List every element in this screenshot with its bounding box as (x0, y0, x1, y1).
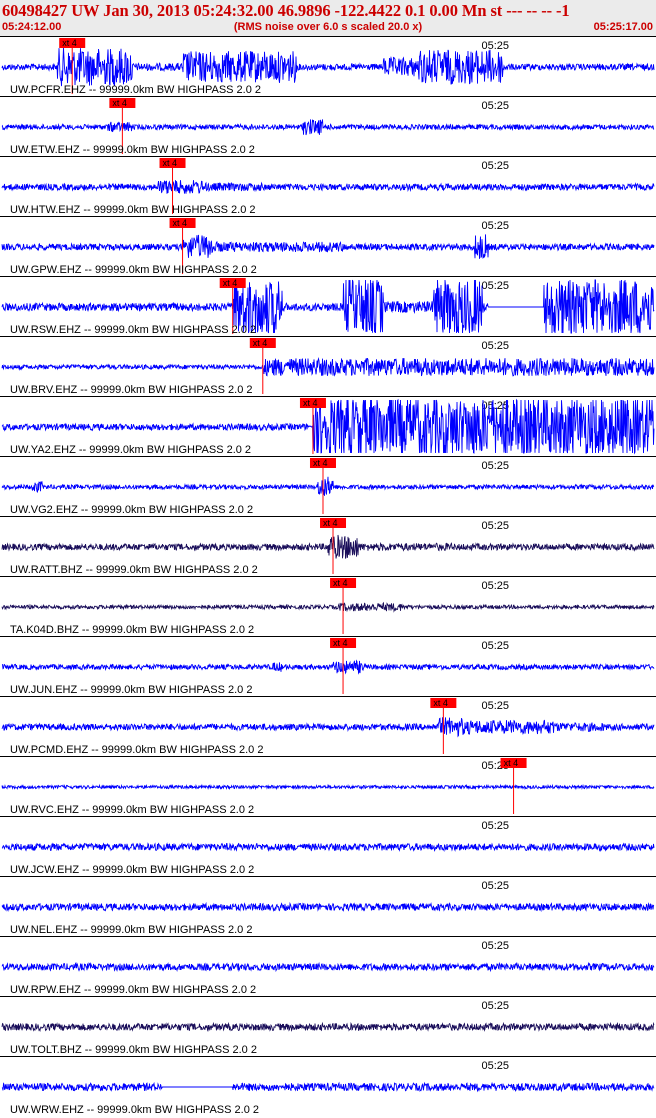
trace-row: 05:25 xt 4 UW.YA2.EHZ -- 99999.0km BW HIGH… (0, 396, 656, 456)
station-label: UW.RSW.EHZ -- 99999.0km BW HIGHPASS 2.0 … (10, 324, 256, 336)
pick-label: xt 4 (433, 698, 448, 708)
station-label: UW.PCMD.EHZ -- 99999.0km BW HIGHPASS 2.0… (10, 744, 263, 756)
pick-label: xt 4 (323, 518, 338, 528)
minute-tick-label: 05:25 (481, 1060, 509, 1072)
pick-label: xt 4 (303, 398, 318, 408)
trace-row: 05:25 xt 4 UW.RATT.BHZ -- 99999.0km BW HIG… (0, 516, 656, 576)
trace-row: 05:25 UW.WRW.EHZ -- 99999.0km BW HIGHPASS… (0, 1056, 656, 1116)
pick-label: xt 4 (163, 158, 178, 168)
trace-row: 05:25 xt 4 UW.PCMD.EHZ -- 99999.0km BW HIG… (0, 696, 656, 756)
trace-row: 05:25 xt 4 UW.HTW.EHZ -- 99999.0km BW HIGH… (0, 156, 656, 216)
trace-row: 05:25 xt 4 TA.K04D.BHZ -- 99999.0km BW HIG… (0, 576, 656, 636)
trace-row: 05:25 xt 4 UW.JUN.EHZ -- 99999.0km BW HIGH… (0, 636, 656, 696)
minute-tick-label: 05:25 (481, 1000, 509, 1012)
station-label: UW.YA2.EHZ -- 99999.0km BW HIGHPASS 2.0 … (10, 444, 251, 456)
trace-row: 05:25 UW.NEL.EHZ -- 99999.0km BW HIGHPASS… (0, 876, 656, 936)
minute-tick-label: 05:25 (481, 460, 509, 472)
waveform-trace (1, 901, 655, 913)
station-label: UW.RVC.EHZ -- 99999.0km BW HIGHPASS 2.0 … (10, 804, 254, 816)
trace-row: 05:25 UW.JCW.EHZ -- 99999.0km BW HIGHPASS… (0, 816, 656, 876)
waveform-trace (1, 842, 655, 853)
pick-label: xt 4 (313, 458, 328, 468)
waveform-trace (1, 659, 655, 675)
pick-label: xt 4 (253, 338, 268, 348)
station-label: UW.PCFR.EHZ -- 99999.0km BW HIGHPASS 2.0… (10, 84, 261, 96)
minute-tick-label: 05:25 (481, 280, 509, 292)
pick-label: xt 4 (173, 218, 188, 228)
waveform-trace (1, 47, 655, 87)
trace-row: 05:25 UW.TOLT.BHZ -- 99999.0km BW HIGHPAS… (0, 996, 656, 1056)
trace-row: 05:25 UW.RPW.EHZ -- 99999.0km BW HIGHPASS… (0, 936, 656, 996)
trace-row: 05:25 xt 4 UW.RSW.EHZ -- 99999.0km BW HIGH… (0, 276, 656, 336)
waveform-trace (1, 534, 655, 559)
trace-row: 05:25 xt 4 UW.BRV.EHZ -- 99999.0km BW HIGH… (0, 336, 656, 396)
station-label: UW.NEL.EHZ -- 99999.0km BW HIGHPASS 2.0 … (10, 924, 252, 936)
pick-label: xt 4 (333, 638, 348, 648)
trace-row: 05:25xt 4UW.RVC.EHZ -- 99999.0km BW HIGH… (0, 756, 656, 816)
pick-label: xt 4 (333, 578, 348, 588)
seismogram-panel: 05:25 xt 4 UW.PCFR.EHZ -- 99999.0km BW HIG… (0, 36, 656, 1116)
trace-row: 05:25 xt 4 UW.GPW.EHZ -- 99999.0km BW HIGH… (0, 216, 656, 276)
pick-label: xt 4 (112, 98, 127, 108)
minute-tick-label: 05:25 (481, 880, 509, 892)
trace-row: 05:25 xt 4 UW.ETW.EHZ -- 99999.0km BW HIGH… (0, 96, 656, 156)
waveform-trace (1, 476, 655, 496)
minute-tick-label: 05:25 (481, 640, 509, 652)
waveform-trace (1, 234, 655, 259)
event-title: 60498427 UW Jan 30, 2013 05:24:32.00 46.… (2, 1, 570, 20)
station-label: UW.RPW.EHZ -- 99999.0km BW HIGHPASS 2.0 … (10, 984, 256, 996)
pick-label: xt 4 (62, 38, 77, 48)
minute-tick-label: 05:25 (481, 220, 509, 232)
waveform-trace (1, 356, 655, 377)
minute-tick-label: 05:25 (481, 340, 509, 352)
trace-row: 05:25 xt 4 UW.VG2.EHZ -- 99999.0km BW HIGH… (0, 456, 656, 516)
minute-tick-label: 05:25 (481, 100, 509, 112)
waveform-trace (1, 180, 655, 194)
plot-header: 60498427 UW Jan 30, 2013 05:24:32.00 46.… (0, 0, 656, 36)
waveform-trace (1, 1081, 655, 1093)
waveform-trace (1, 961, 655, 973)
waveform-trace (1, 783, 655, 791)
pick-label: xt 4 (504, 758, 519, 768)
minute-tick-label: 05:25 (481, 940, 509, 952)
station-label: UW.GPW.EHZ -- 99999.0km BW HIGHPASS 2.0 … (10, 264, 257, 276)
station-label: UW.VG2.EHZ -- 99999.0km BW HIGHPASS 2.0 … (10, 504, 253, 516)
station-label: UW.WRW.EHZ -- 99999.0km BW HIGHPASS 2.0 … (10, 1104, 259, 1116)
station-label: UW.BRV.EHZ -- 99999.0km BW HIGHPASS 2.0 … (10, 384, 253, 396)
waveform-trace (1, 1021, 655, 1033)
minute-tick-label: 05:25 (481, 40, 509, 52)
waveform-trace (1, 119, 655, 136)
waveform-trace (1, 601, 655, 613)
minute-tick-label: 05:25 (481, 400, 509, 412)
pick-label: xt 4 (223, 278, 238, 288)
station-label: TA.K04D.BHZ -- 99999.0km BW HIGHPASS 2.0… (10, 624, 254, 636)
minute-tick-label: 05:25 (481, 580, 509, 592)
end-time: 05:25:17.00 (593, 21, 653, 33)
station-label: UW.ETW.EHZ -- 99999.0km BW HIGHPASS 2.0 … (10, 144, 255, 156)
waveform-trace (1, 717, 655, 738)
station-label: UW.HTW.EHZ -- 99999.0km BW HIGHPASS 2.0 … (10, 204, 256, 216)
minute-tick-label: 05:25 (481, 700, 509, 712)
trace-row: 05:25 xt 4 UW.PCFR.EHZ -- 99999.0km BW HIG… (0, 36, 656, 96)
station-label: UW.TOLT.BHZ -- 99999.0km BW HIGHPASS 2.0… (10, 1044, 257, 1056)
minute-tick-label: 05:25 (481, 160, 509, 172)
scale-note: (RMS noise over 6.0 s scaled 20.0 x) (233, 21, 423, 33)
minute-tick-label: 05:25 (481, 520, 509, 532)
station-label: UW.RATT.BHZ -- 99999.0km BW HIGHPASS 2.0… (10, 564, 258, 576)
minute-tick-label: 05:25 (481, 820, 509, 832)
station-label: UW.JCW.EHZ -- 99999.0km BW HIGHPASS 2.0 … (10, 864, 254, 876)
station-label: UW.JUN.EHZ -- 99999.0km BW HIGHPASS 2.0 … (10, 684, 252, 696)
